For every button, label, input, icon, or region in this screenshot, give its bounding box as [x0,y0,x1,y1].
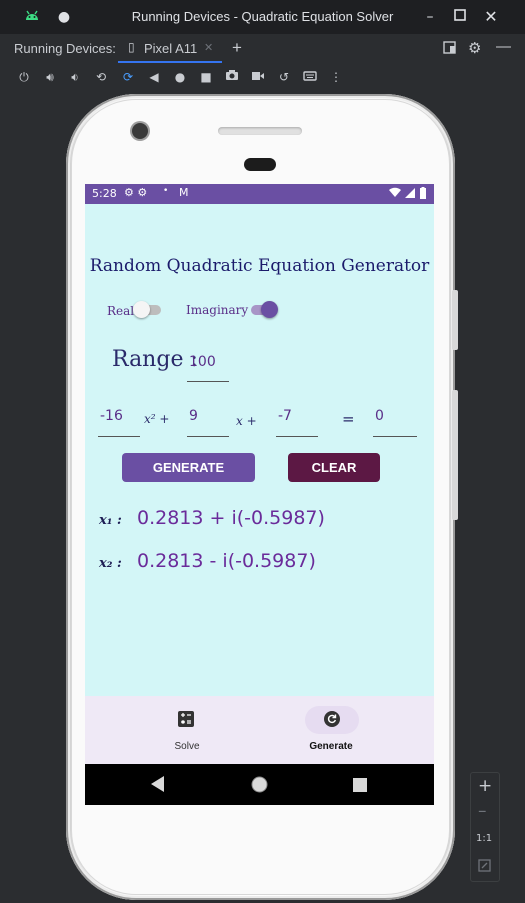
back-icon[interactable]: ◀ [145,68,163,86]
proximity-sensor [244,158,276,171]
generate-button[interactable]: GENERATE [122,453,255,482]
power-side-button[interactable] [452,290,458,350]
zoom-out-icon[interactable]: – [478,801,487,821]
rotate-left-icon[interactable]: ⟲ [92,68,110,86]
root2-value: 0.2813 - i(-0.5987) [137,550,316,572]
nav-home-icon[interactable] [251,776,268,797]
gmail-icon: M [179,186,189,199]
root2-label: x₂ : [99,556,122,571]
range-value: 100 [189,354,216,370]
real-label: Real [107,304,135,318]
layout-icon[interactable] [443,41,456,57]
nav-back-icon[interactable] [151,776,165,796]
signal-icon [405,188,415,201]
imaginary-label: Imaginary [186,303,249,317]
status-time: 5:28 [92,187,117,200]
reset-icon[interactable]: ↺ [275,68,293,86]
nav-solve-label: Solve [174,741,200,752]
device-icon: ▯ [128,40,135,54]
front-camera [132,123,148,139]
real-switch-knob [133,301,150,318]
imaginary-switch-knob [261,301,278,318]
page-title: Random Quadratic Equation Generator [89,256,430,276]
rhs-input[interactable]: 0 [373,408,417,437]
clear-button[interactable]: CLEAR [288,453,380,482]
coef-c-value: -7 [278,408,292,424]
earpiece-speaker [218,127,302,135]
app-content: Random Quadratic Equation Generator Real… [85,204,434,696]
range-input[interactable]: 100 [187,354,229,382]
keyboard-icon[interactable] [301,68,319,86]
zoom-in-icon[interactable]: + [478,776,492,796]
overview-icon[interactable]: ■ [197,68,215,86]
nav-overview-icon[interactable] [353,777,367,796]
coef-a-input[interactable]: -16 [98,408,140,437]
record-icon[interactable] [249,68,267,86]
nav-item-generate[interactable]: Generate [289,704,373,760]
coef-b-input[interactable]: 9 [187,408,229,437]
more-icon[interactable]: ⋮ [327,68,345,86]
equals-sign: = [342,410,355,428]
maximize-icon[interactable] [450,7,470,27]
tab-bar: Running Devices: ▯ Pixel A11 ✕ + ⚙ — [0,34,525,64]
dot-notification-icon: • [163,186,169,196]
status-bar: 5:28 ⚙ ⚙ • M [85,184,434,204]
range-label: Range : [112,347,198,372]
hide-icon[interactable]: — [496,38,511,55]
close-icon[interactable]: ✕ [481,7,501,27]
tab-pixel-a11[interactable]: ▯ Pixel A11 ✕ [118,34,222,63]
coef-c-input[interactable]: -7 [276,408,318,437]
rhs-value: 0 [375,408,384,424]
android-navigation-bar [85,764,434,805]
x-squared-term: x² + [144,412,170,426]
volume-side-button[interactable] [452,390,458,520]
fit-icon[interactable] [478,857,491,876]
zoom-ratio-label[interactable]: 1:1 [476,833,492,844]
add-tab-icon[interactable]: + [232,38,242,58]
nav-generate-label: Generate [309,741,353,752]
real-switch[interactable] [133,300,163,320]
window-title-bar: ● Running Devices - Quadratic Equation S… [0,0,525,34]
generate-button-label: GENERATE [152,460,225,475]
running-devices-label: Running Devices: [14,41,116,56]
rotate-right-icon[interactable]: ⟳ [119,68,137,86]
tab-close-icon[interactable]: ✕ [204,41,213,54]
emulator-toolbar: ⏻ 🔊︎ 🔉︎ ⟲ ⟳ ◀ ● ■ ↺ ⋮ [0,63,525,90]
root1-value: 0.2813 + i(-0.5987) [137,507,325,529]
volume-down-icon[interactable]: 🔉︎ [66,68,84,86]
coef-a-value: -16 [100,408,123,424]
battery-icon [420,187,426,202]
minimize-icon[interactable]: – [420,7,440,27]
screenshot-icon[interactable] [223,68,241,86]
home-icon[interactable]: ● [171,68,189,86]
bottom-navigation: Solve Generate [85,696,434,764]
imaginary-switch[interactable] [249,300,279,320]
settings-icon[interactable]: ⚙ [468,39,481,57]
clear-button-label: CLEAR [311,460,357,475]
settings-notification-icon: ⚙ ⚙ [124,186,148,199]
nav-item-solve[interactable]: Solve [145,704,229,760]
coef-b-value: 9 [189,408,198,424]
volume-up-icon[interactable]: 🔊︎ [41,68,59,86]
refresh-icon [324,711,340,731]
calculator-icon [178,711,194,731]
power-icon[interactable]: ⏻ [15,68,33,86]
root1-label: x₁ : [99,513,122,528]
tab-label: Pixel A11 [144,41,198,56]
device-screen: 5:28 ⚙ ⚙ • M Random Quadratic Equation G… [85,184,434,805]
x-term: x + [236,414,257,428]
wifi-icon [389,187,401,201]
window-title: Running Devices - Quadratic Equation Sol… [131,9,394,24]
zoom-controls: + – 1:1 [470,772,500,882]
